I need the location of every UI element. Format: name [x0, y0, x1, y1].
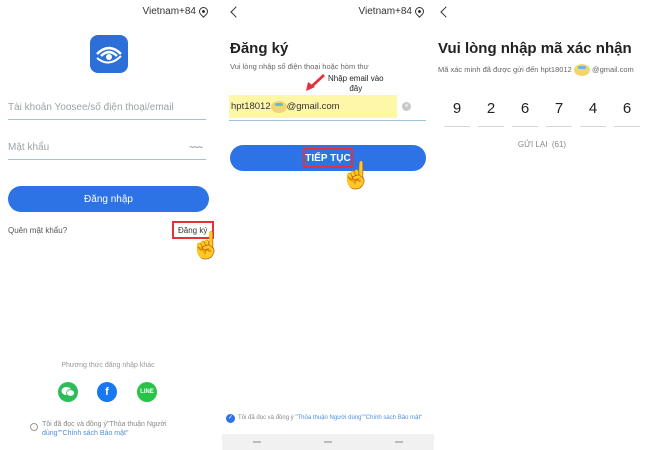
yoosee-logo-icon	[96, 46, 122, 64]
agreement-checked-icon[interactable]: ✓	[226, 414, 235, 423]
resend-button[interactable]: GỬI LẠI (61)	[434, 140, 650, 149]
nav-home-icon[interactable]	[323, 441, 332, 443]
region-selector[interactable]: Vietnam+84	[358, 5, 426, 18]
code-digit-underline	[546, 126, 572, 127]
location-pin-icon	[413, 5, 426, 18]
annotation-line-2: đây	[349, 84, 363, 93]
line-icon-label: LINE	[140, 389, 154, 395]
region-label: Vietnam+84	[358, 6, 412, 17]
register-screen: Vietnam+84 Đăng ký Vui lòng nhập số điện…	[222, 0, 434, 450]
email-underline	[229, 120, 426, 121]
clear-input-icon[interactable]: ×	[402, 102, 411, 111]
nav-menu-icon[interactable]	[253, 441, 262, 443]
code-digit[interactable]: 6	[512, 100, 538, 117]
agreement-prefix: Tôi đã đọc và đồng ý	[238, 415, 294, 421]
login-button[interactable]: Đăng nhập	[8, 186, 209, 212]
nav-back-icon[interactable]	[394, 441, 403, 443]
agreement-line-1: Tôi đã đọc và đồng ý"Thỏa thuận Người	[42, 421, 167, 428]
region-selector[interactable]: Vietnam+84	[142, 5, 210, 18]
code-digit[interactable]: 4	[580, 100, 606, 117]
forgot-password-link[interactable]: Quên mật khẩu?	[8, 226, 67, 235]
annotation-line-1: Nhập email vào	[328, 74, 384, 83]
agreement-text: Tôi đã đọc và đồng ý "Thỏa thuận Người d…	[238, 415, 422, 421]
red-arrow-icon	[306, 73, 325, 91]
code-digit-underline	[580, 126, 606, 127]
annotation-note: Nhập email vào đây	[328, 74, 384, 94]
system-nav-bar	[222, 434, 434, 450]
screenshot-stage: Vietnam+84 Tài khoản Yoosee/số điện thoạ…	[0, 0, 650, 450]
region-label: Vietnam+84	[142, 6, 196, 17]
facebook-icon[interactable]: f	[97, 382, 117, 402]
code-digit[interactable]: 7	[546, 100, 572, 117]
verify-subtitle-suffix: @gmail.com	[591, 64, 634, 74]
email-prefix: hpt18012	[231, 101, 271, 112]
code-digit[interactable]: 6	[614, 100, 640, 117]
other-login-methods-label: Phương thức đăng nhập khác	[61, 362, 155, 369]
agreement-radio[interactable]	[30, 423, 38, 431]
agreement-links[interactable]: "Thỏa thuận Người dùng""Chính sách Bảo m…	[295, 415, 422, 421]
verify-title: Vui lòng nhập mã xác nhận	[438, 40, 632, 57]
redaction-blob-icon	[573, 64, 590, 76]
wechat-icon[interactable]	[58, 382, 78, 402]
account-input[interactable]: Tài khoản Yoosee/số điện thoại/email	[8, 102, 206, 120]
redaction-blob-icon	[270, 100, 287, 113]
code-digit[interactable]: 2	[478, 100, 504, 117]
register-subtitle: Vui lòng nhập số điện thoại hoặc hòm thư	[230, 62, 369, 71]
login-screen: Vietnam+84 Tài khoản Yoosee/số điện thoạ…	[0, 0, 216, 450]
login-button-label: Đăng nhập	[84, 193, 133, 205]
agreement-text: Tôi đã đọc và đồng ý"Thỏa thuận Người dù…	[42, 420, 167, 438]
email-input[interactable]: hpt18012 @gmail.com	[229, 95, 397, 118]
pointer-hand-icon: ☝	[190, 230, 216, 260]
app-logo	[90, 35, 128, 73]
back-arrow-icon[interactable]	[440, 6, 452, 18]
code-digit-underline	[512, 126, 538, 127]
password-placeholder: Mật khẩu	[8, 142, 50, 153]
hidden-eye-icon[interactable]: ~~~	[189, 142, 203, 152]
code-digit-underline	[614, 126, 640, 127]
pointer-hand-icon: ☝	[340, 160, 373, 190]
line-icon[interactable]: LINE	[137, 382, 157, 402]
code-digit-underline	[478, 126, 504, 127]
verify-code-screen: Vui lòng nhập mã xác nhận Mã xác minh đã…	[434, 0, 650, 450]
password-input[interactable]: Mật khẩu ~~~	[8, 142, 206, 160]
verify-subtitle: Mã xác minh đã được gửi đến hpt18012 @gm…	[438, 64, 634, 76]
register-title: Đăng ký	[230, 40, 289, 57]
verify-subtitle-prefix: Mã xác minh đã được gửi đến hpt18012	[438, 64, 572, 74]
email-suffix: @gmail.com	[286, 101, 340, 112]
account-placeholder: Tài khoản Yoosee/số điện thoại/email	[8, 102, 174, 113]
agreement-line-2[interactable]: dùng""Chính sách Bảo mật"	[42, 429, 167, 438]
back-arrow-icon[interactable]	[230, 6, 242, 18]
location-pin-icon	[197, 5, 210, 18]
code-digit-underline	[444, 126, 470, 127]
code-digit[interactable]: 9	[444, 100, 470, 117]
